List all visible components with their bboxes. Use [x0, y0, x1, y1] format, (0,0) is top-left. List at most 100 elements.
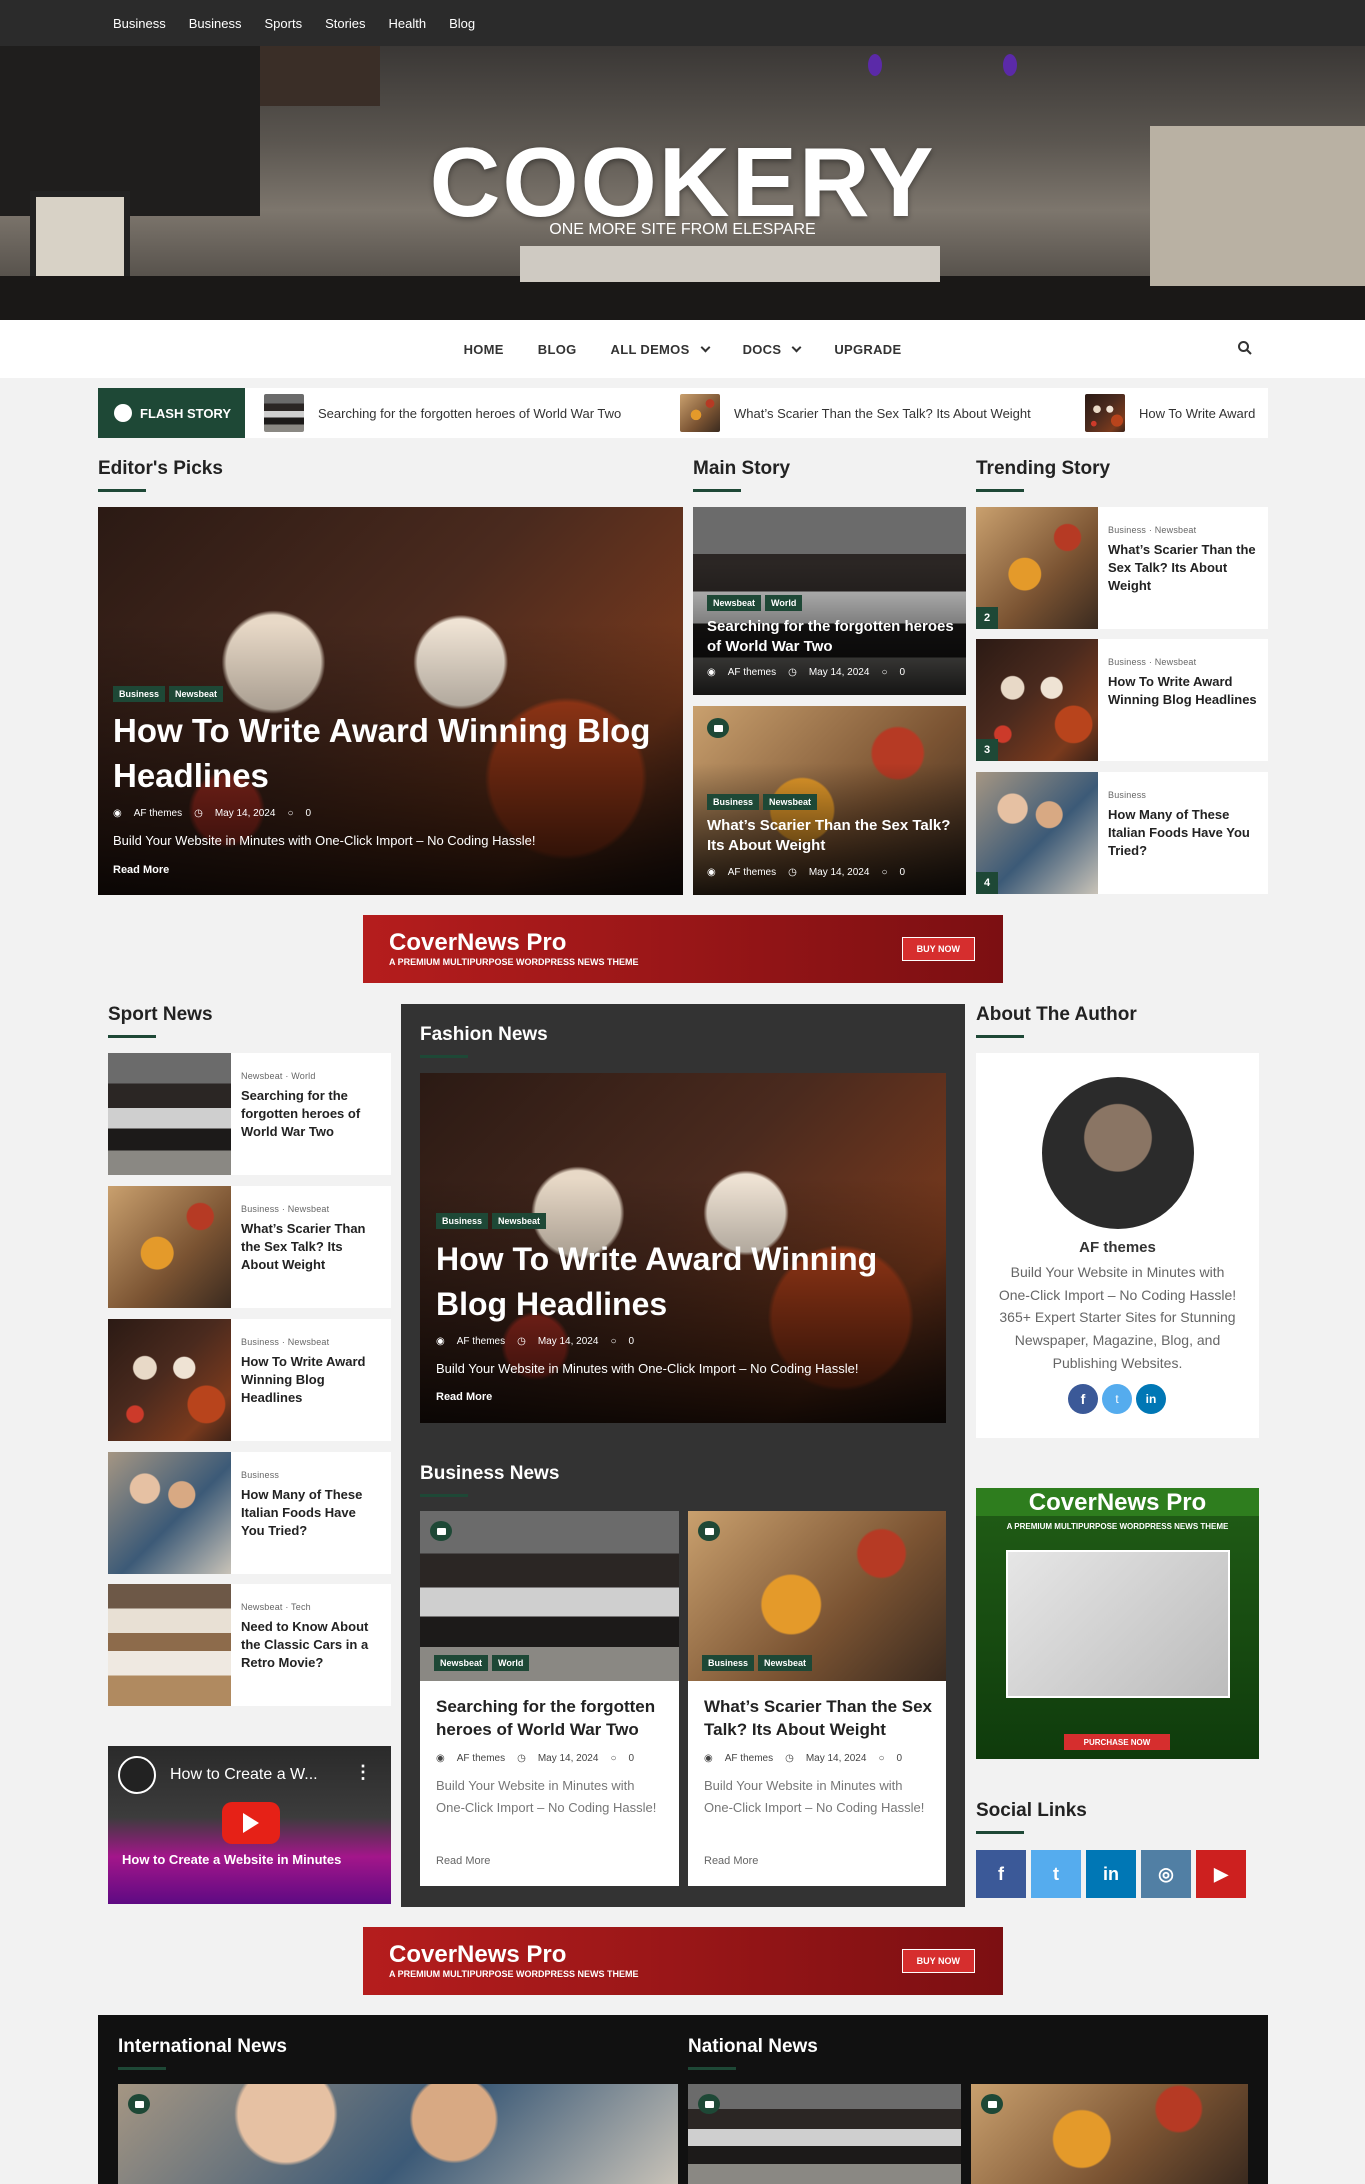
author-name[interactable]: AF themes	[725, 1753, 773, 1764]
category-line[interactable]: Business	[1108, 790, 1263, 800]
headline[interactable]: What’s Scarier Than the Sex Talk? Its Ab…	[1108, 541, 1263, 596]
tag-newsbeat[interactable]: Newsbeat	[492, 1213, 547, 1229]
comment-icon: ○	[610, 1336, 617, 1347]
nav-home[interactable]: HOME	[464, 342, 504, 357]
headline[interactable]: How To Write Award Winning Blog Headline…	[436, 1237, 916, 1327]
headline[interactable]: How To Write Award Winning Blog Headline…	[1108, 673, 1263, 709]
more-vertical-icon[interactable]: ⋮	[354, 1762, 372, 1783]
linkedin-icon[interactable]: in	[1136, 1384, 1166, 1414]
headline[interactable]: Searching for the forgotten heroes of Wo…	[241, 1087, 381, 1142]
national-card[interactable]	[688, 2084, 961, 2184]
fashion-card[interactable]: Business Newsbeat How To Write Award Winn…	[420, 1073, 946, 1423]
pendant-lamp	[1003, 54, 1017, 76]
author-name[interactable]: AF themes	[457, 1753, 505, 1764]
tag-newsbeat[interactable]: Newsbeat	[707, 595, 762, 611]
tag-newsbeat[interactable]: Newsbeat	[169, 686, 224, 702]
author-name[interactable]: AF themes	[457, 1336, 505, 1347]
category-line[interactable]: Business · Newsbeat	[1108, 657, 1263, 667]
play-button[interactable]	[222, 1802, 280, 1844]
covernews-banner[interactable]: CoverNews Pro A PREMIUM MULTIPURPOSE WOR…	[363, 915, 1003, 983]
topbar-link-business[interactable]: Business	[113, 16, 166, 31]
read-more-link[interactable]: Read More	[436, 1391, 492, 1403]
sport-news-item[interactable]: Business · Newsbeat What’s Scarier Than t…	[108, 1186, 391, 1308]
headline[interactable]: What’s Scarier Than the Sex Talk? Its Ab…	[707, 816, 962, 857]
ticker-text: Searching for the forgotten heroes of Wo…	[318, 405, 622, 421]
tag-business[interactable]: Business	[113, 686, 166, 702]
side-ad[interactable]: CoverNews Pro A PREMIUM MULTIPURPOSE WOR…	[976, 1488, 1259, 1759]
headline[interactable]: How Many of These Italian Foods Have You…	[241, 1486, 381, 1541]
facebook-icon[interactable]: f	[1068, 1384, 1098, 1414]
tag-world[interactable]: World	[765, 595, 803, 611]
tag-business[interactable]: Business	[702, 1655, 755, 1671]
ticker-item[interactable]: Searching for the forgotten heroes of Wo…	[264, 394, 621, 432]
editors-pick-card[interactable]: Business Newsbeat How To Write Award Winn…	[98, 507, 683, 895]
instagram-icon[interactable]: ◎	[1141, 1850, 1191, 1898]
main-story-card[interactable]: Newsbeat World Searching for the forgotte…	[693, 507, 966, 695]
sport-news-item[interactable]: Newsbeat · Tech Need to Know About the Cl…	[108, 1584, 391, 1706]
twitter-icon[interactable]: t	[1031, 1850, 1081, 1898]
author-name[interactable]: AF themes	[134, 808, 182, 819]
category-line[interactable]: Newsbeat · World	[241, 1071, 381, 1081]
international-card[interactable]	[118, 2084, 678, 2184]
business-card[interactable]: Newsbeat World Searching for the forgotte…	[420, 1511, 679, 1886]
category-line[interactable]: Business · Newsbeat	[241, 1337, 381, 1347]
topbar-link-sports[interactable]: Sports	[265, 16, 303, 31]
buy-now-button[interactable]: BUY NOW	[901, 937, 975, 961]
headline[interactable]: How Many of These Italian Foods Have You…	[1108, 806, 1263, 861]
ticker-item[interactable]: What’s Scarier Than the Sex Talk? Its Ab…	[680, 394, 1031, 432]
facebook-icon[interactable]: f	[976, 1850, 1026, 1898]
author-name[interactable]: AF themes	[976, 1239, 1259, 1256]
headline[interactable]: How To Write Award Winning Blog Headline…	[113, 709, 668, 798]
topbar-link-stories[interactable]: Stories	[325, 16, 365, 31]
tag-newsbeat[interactable]: Newsbeat	[434, 1655, 489, 1671]
read-more-link[interactable]: Read More	[113, 864, 169, 876]
headline[interactable]: Searching for the forgotten heroes of Wo…	[707, 617, 957, 658]
trending-item[interactable]: 4 Business How Many of These Italian Foo…	[976, 772, 1268, 894]
tag-business[interactable]: Business	[436, 1213, 489, 1229]
category-line[interactable]: Newsbeat · Tech	[241, 1602, 381, 1612]
buy-now-button[interactable]: BUY NOW	[901, 1949, 975, 1973]
read-more-link[interactable]: Read More	[704, 1855, 758, 1867]
sport-news-item[interactable]: Newsbeat · World Searching for the forgot…	[108, 1053, 391, 1175]
covernews-banner[interactable]: CoverNews Pro A PREMIUM MULTIPURPOSE WOR…	[363, 1927, 1003, 1995]
trending-item[interactable]: 3 Business · Newsbeat How To Write Award…	[976, 639, 1268, 761]
topbar-link-business-2[interactable]: Business	[189, 16, 242, 31]
sport-news-item[interactable]: Business · Newsbeat How To Write Award Wi…	[108, 1319, 391, 1441]
video-title[interactable]: How to Create a W...	[170, 1766, 318, 1784]
national-card[interactable]	[971, 2084, 1248, 2184]
business-card[interactable]: Business Newsbeat What’s Scarier Than the…	[688, 1511, 946, 1886]
tag-newsbeat[interactable]: Newsbeat	[763, 794, 818, 810]
nav-upgrade[interactable]: UPGRADE	[834, 342, 901, 357]
topbar-link-blog[interactable]: Blog	[449, 16, 475, 31]
main-navigation: HOME BLOG ALL DEMOS DOCS UPGRADE	[0, 320, 1365, 378]
nav-all-demos[interactable]: ALL DEMOS	[611, 342, 711, 357]
headline[interactable]: Need to Know About the Classic Cars in a…	[241, 1618, 381, 1673]
ticker-item[interactable]: How To Write Award	[1085, 394, 1255, 432]
tag-world[interactable]: World	[492, 1655, 530, 1671]
topbar-link-health[interactable]: Health	[389, 16, 427, 31]
category-line[interactable]: Business · Newsbeat	[241, 1204, 381, 1214]
purchase-now-button[interactable]: PURCHASE NOW	[1064, 1734, 1170, 1750]
video-embed[interactable]: How to Create a W... ⋮ How to Create a W…	[108, 1746, 391, 1904]
tag-newsbeat[interactable]: Newsbeat	[758, 1655, 813, 1671]
tag-business[interactable]: Business	[707, 794, 760, 810]
author-name[interactable]: AF themes	[728, 667, 776, 678]
author-name[interactable]: AF themes	[728, 867, 776, 878]
nav-docs[interactable]: DOCS	[743, 342, 802, 357]
youtube-icon[interactable]: ▶	[1196, 1850, 1246, 1898]
main-story-card[interactable]: Business Newsbeat What’s Scarier Than the…	[693, 706, 966, 895]
linkedin-icon[interactable]: in	[1086, 1850, 1136, 1898]
headline[interactable]: Searching for the forgotten heroes of Wo…	[436, 1696, 668, 1742]
category-line[interactable]: Business · Newsbeat	[1108, 525, 1263, 535]
post-meta: ◉ AF themes ◷ May 14, 2024 ○ 0	[704, 1753, 902, 1764]
read-more-link[interactable]: Read More	[436, 1855, 490, 1867]
category-line[interactable]: Business	[241, 1470, 381, 1480]
nav-blog[interactable]: BLOG	[538, 342, 577, 357]
twitter-icon[interactable]: t	[1102, 1384, 1132, 1414]
headline[interactable]: What’s Scarier Than the Sex Talk? Its Ab…	[704, 1696, 939, 1742]
headline[interactable]: What’s Scarier Than the Sex Talk? Its Ab…	[241, 1220, 381, 1275]
headline[interactable]: How To Write Award Winning Blog Headline…	[241, 1353, 381, 1408]
trending-item[interactable]: 2 Business · Newsbeat What’s Scarier Tha…	[976, 507, 1268, 629]
sport-news-item[interactable]: Business How Many of These Italian Foods …	[108, 1452, 391, 1574]
search-icon[interactable]	[1237, 340, 1253, 356]
